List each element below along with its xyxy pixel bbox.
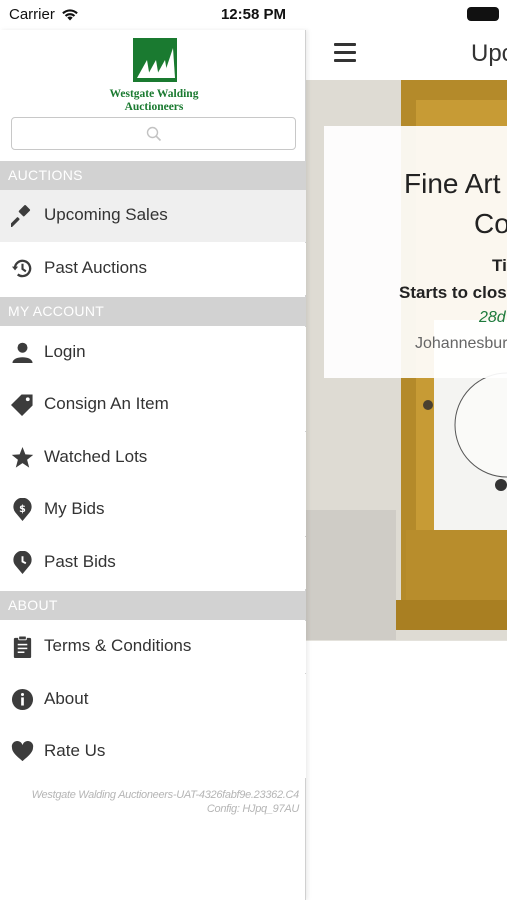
star-icon xyxy=(11,446,34,468)
build-info-line2: Config: HJpq_97AU xyxy=(206,803,299,815)
svg-text:$: $ xyxy=(19,504,26,515)
menu-item-upcoming-sales[interactable]: Upcoming Sales xyxy=(0,190,306,242)
gavel-icon xyxy=(11,205,31,227)
build-info-line1: Westgate Walding Auctioneers-UAT-4326fab… xyxy=(31,789,300,801)
company-name: Westgate Walding Auctioneers xyxy=(109,88,199,113)
menu-item-past-bids[interactable]: Past Bids xyxy=(0,537,306,589)
build-info: Westgate Walding Auctioneers-UAT-4326fab… xyxy=(0,788,300,816)
auction-starts-label: Starts to close xyxy=(399,283,507,302)
status-time: 12:58 PM xyxy=(220,6,287,23)
menu-item-my-bids[interactable]: $ My Bids xyxy=(0,484,306,536)
section-label: ABOUT xyxy=(8,597,58,613)
status-bar: Carrier 12:58 PM xyxy=(0,0,507,30)
tag-icon xyxy=(11,394,33,416)
page-title: Upc xyxy=(471,40,507,67)
section-label: MY ACCOUNT xyxy=(8,303,105,319)
menu-item-past-auctions[interactable]: Past Auctions xyxy=(0,243,306,295)
menu-item-label: Watched Lots xyxy=(44,447,148,466)
auction-card[interactable]: Fine Art Co Ti Starts to close 28d Johan… xyxy=(324,126,507,378)
menu-item-about[interactable]: About xyxy=(0,674,306,726)
user-icon xyxy=(12,342,33,364)
history-icon xyxy=(11,259,32,278)
menu-item-label: Upcoming Sales xyxy=(44,205,168,224)
heart-icon xyxy=(11,740,34,762)
company-logo: Westgate Walding Auctioneers xyxy=(102,38,206,118)
auction-location: Johannesbur xyxy=(415,335,507,352)
menu-item-terms-conditions[interactable]: Terms & Conditions xyxy=(0,621,306,673)
menu-item-label: Past Bids xyxy=(44,552,116,571)
menu-item-label: Past Auctions xyxy=(44,258,148,277)
menu-item-login[interactable]: Login xyxy=(0,327,306,379)
auction-date: 28d xyxy=(479,309,506,326)
menu-item-label: Consign An Item xyxy=(44,394,169,413)
auction-hero-image[interactable]: Fine Art Co Ti Starts to close 28d Johan… xyxy=(306,80,507,641)
menu-item-label: Terms & Conditions xyxy=(44,636,192,655)
auction-title-line2: Co xyxy=(474,208,507,239)
search-input[interactable] xyxy=(11,117,296,150)
battery-icon xyxy=(467,7,499,21)
section-label: AUCTIONS xyxy=(8,167,83,183)
section-about: ABOUT xyxy=(0,591,306,620)
main-content: Upc Fine Art Co Ti Starts to close 28d J… xyxy=(306,30,507,900)
menu-item-label: Rate Us xyxy=(44,741,106,760)
info-icon xyxy=(11,688,34,711)
side-drawer: Westgate Walding Auctioneers AUCTIONS Up… xyxy=(0,30,306,900)
section-my-account: MY ACCOUNT xyxy=(0,297,306,326)
menu-item-label: My Bids xyxy=(44,499,105,518)
logo-mark-icon xyxy=(133,38,177,82)
main-header: Upc xyxy=(306,30,507,78)
clipboard-icon xyxy=(13,635,32,658)
section-auctions: AUCTIONS xyxy=(0,161,306,190)
auction-title-line1: Fine Art xyxy=(404,168,501,199)
menu-item-rate-us[interactable]: Rate Us xyxy=(0,726,306,778)
search-icon xyxy=(146,126,162,142)
menu-item-watched-lots[interactable]: Watched Lots xyxy=(0,432,306,484)
clock-pin-icon xyxy=(13,551,32,574)
menu-item-consign-an-item[interactable]: Consign An Item xyxy=(0,379,306,431)
menu-item-label: Login xyxy=(44,342,86,361)
menu-item-label: About xyxy=(44,689,89,708)
hamburger-menu-icon[interactable] xyxy=(334,43,356,63)
auction-time-label: Ti xyxy=(492,256,507,275)
bid-pin-icon: $ xyxy=(13,498,32,521)
